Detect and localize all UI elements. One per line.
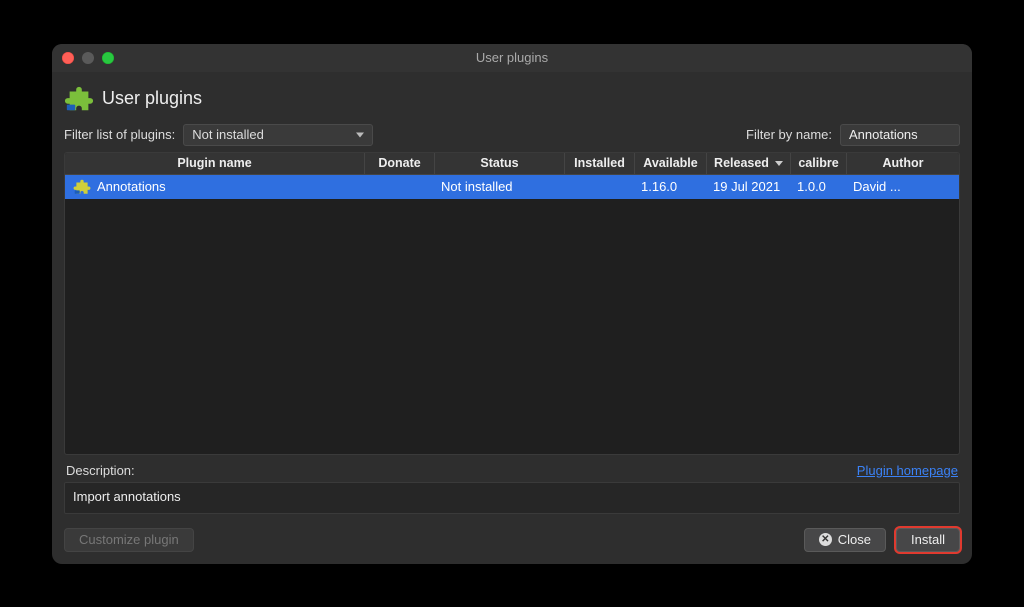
filter-name-input[interactable] (840, 124, 960, 146)
col-available[interactable]: Available (635, 153, 707, 174)
close-button[interactable]: ✕ Close (804, 528, 886, 552)
user-plugins-window: User plugins User plugins Filter list of… (52, 44, 972, 564)
page-header: User plugins (64, 82, 960, 124)
filter-list-value: Not installed (192, 127, 264, 142)
window-controls (62, 52, 114, 64)
plugins-table: Plugin name Donate Status Installed Avai… (64, 152, 960, 455)
close-circle-icon: ✕ (819, 533, 832, 546)
description-text: Import annotations (64, 482, 960, 514)
cell-donate (365, 175, 435, 199)
description-header: Description: Plugin homepage (64, 455, 960, 482)
table-header: Plugin name Donate Status Installed Avai… (65, 153, 959, 175)
cell-name-text: Annotations (97, 179, 166, 194)
puzzle-icon (64, 84, 94, 114)
page-title: User plugins (102, 88, 202, 109)
col-installed[interactable]: Installed (565, 153, 635, 174)
col-plugin-name[interactable]: Plugin name (65, 153, 365, 174)
window-minimize-button[interactable] (82, 52, 94, 64)
window-maximize-button[interactable] (102, 52, 114, 64)
install-button[interactable]: Install (896, 528, 960, 552)
cell-author: David ... (847, 175, 959, 199)
plugin-homepage-link[interactable]: Plugin homepage (857, 463, 958, 478)
cell-calibre: 1.0.0 (791, 175, 847, 199)
titlebar: User plugins (52, 44, 972, 72)
window-title: User plugins (476, 50, 548, 65)
customize-plugin-button: Customize plugin (64, 528, 194, 552)
cell-released: 19 Jul 2021 (707, 175, 791, 199)
content: User plugins Filter list of plugins: Not… (52, 72, 972, 564)
cell-name: Annotations (65, 175, 365, 199)
cell-status: Not installed (435, 175, 565, 199)
col-author[interactable]: Author (847, 153, 959, 174)
filter-list-label: Filter list of plugins: (64, 127, 175, 142)
filter-name-label: Filter by name: (746, 127, 832, 142)
col-calibre[interactable]: calibre (791, 153, 847, 174)
table-body: Annotations Not installed 1.16.0 19 Jul … (65, 175, 959, 454)
close-button-label: Close (838, 532, 871, 547)
description-label: Description: (66, 463, 135, 478)
col-donate[interactable]: Donate (365, 153, 435, 174)
col-released[interactable]: Released (707, 153, 791, 174)
button-row: Customize plugin ✕ Close Install (64, 514, 960, 552)
table-row[interactable]: Annotations Not installed 1.16.0 19 Jul … (65, 175, 959, 199)
col-status[interactable]: Status (435, 153, 565, 174)
cell-available: 1.16.0 (635, 175, 707, 199)
cell-installed (565, 175, 635, 199)
puzzle-icon (71, 178, 91, 196)
filter-list-select[interactable]: Not installed (183, 124, 373, 146)
filter-row: Filter list of plugins: Not installed Fi… (64, 124, 960, 152)
window-close-button[interactable] (62, 52, 74, 64)
